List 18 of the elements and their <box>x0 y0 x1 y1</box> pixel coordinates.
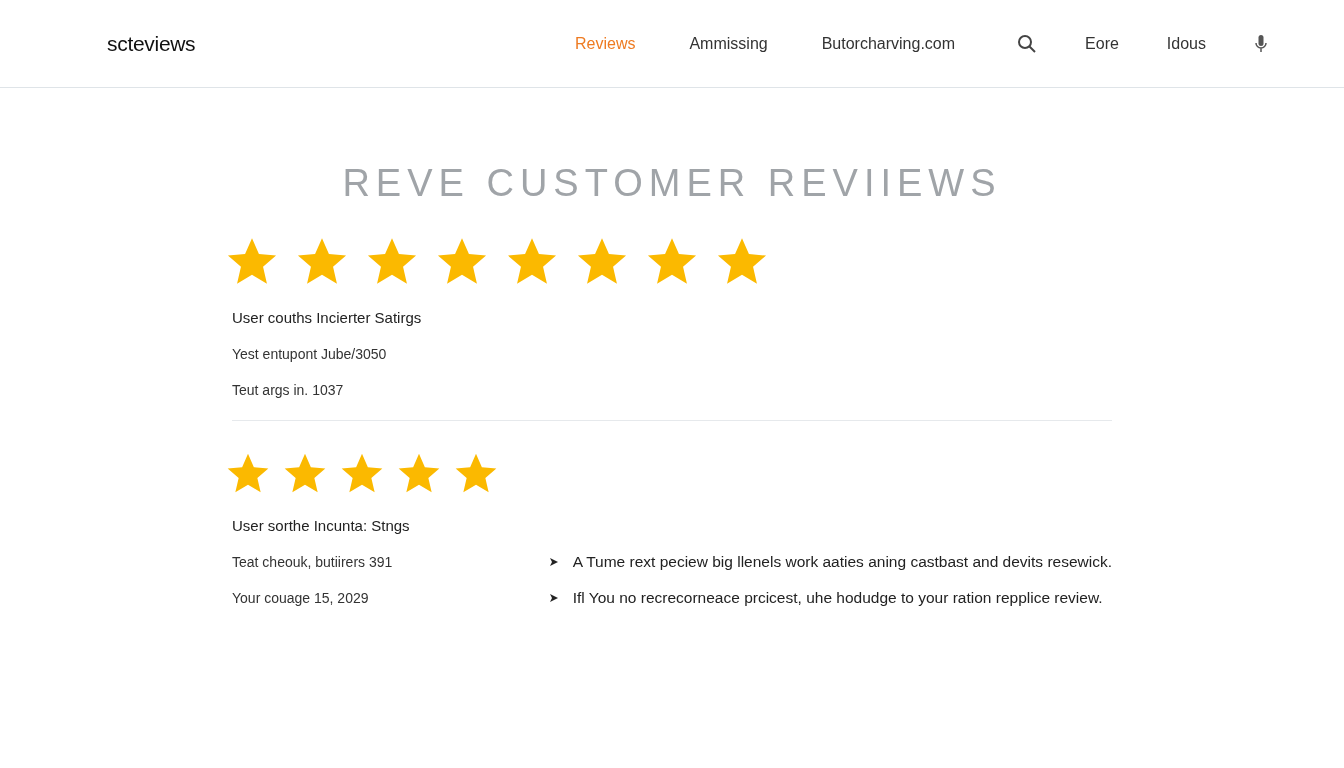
nav-link[interactable]: Eore <box>1085 34 1119 53</box>
nav-link[interactable]: Butorcharving.com <box>821 34 956 53</box>
nav-link[interactable]: Idous <box>1166 34 1206 53</box>
site-logo[interactable]: scteviews <box>107 31 196 56</box>
review-meta: Yest entupont Jube/3050 <box>232 346 388 362</box>
arrow-bullet-icon <box>548 593 559 603</box>
nav-link[interactable]: Ammissing <box>689 34 768 53</box>
microphone-icon[interactable] <box>1254 33 1268 54</box>
page-title: REVE CUSTOMER REVIIEWS <box>341 162 1003 205</box>
reviewer-heading: User couths Incierter Satirgs <box>232 309 423 326</box>
search-icon[interactable] <box>1017 33 1038 54</box>
review-meta: Your couage 15, 2029 <box>232 590 370 606</box>
review-text: Ifl You no recrecorneace prcicest, uhe hodudge to your ration repplice review. <box>572 589 1103 607</box>
arrow-bullet-icon <box>548 557 559 567</box>
review-meta: Teut args in. 1037 <box>232 382 345 398</box>
review-text: A Tume rext peciew big llenels work aaties aning castbast and devits resewick. <box>572 553 1112 571</box>
reviewer-heading: User sorthe Incunta: Stngs <box>232 517 411 534</box>
review-meta: Teat cheouk, butiirers 391 <box>232 554 394 570</box>
